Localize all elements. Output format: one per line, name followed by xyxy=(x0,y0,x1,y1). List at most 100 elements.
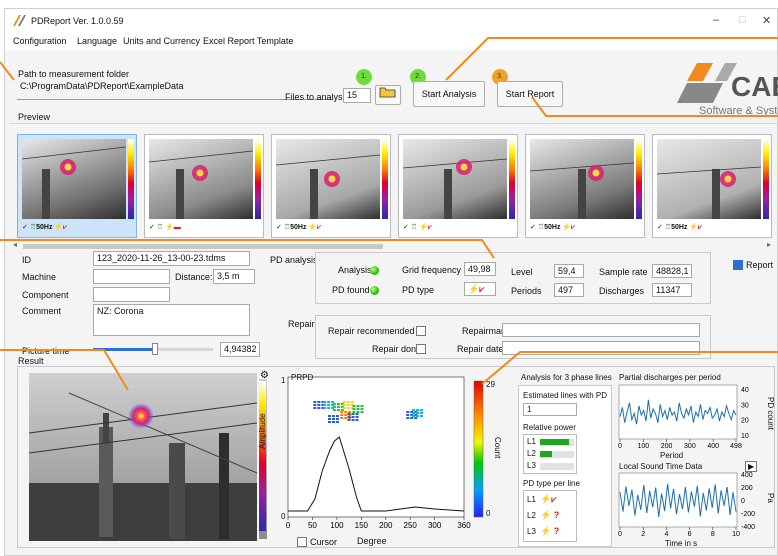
menu-bar: Configuration Language Units and Currenc… xyxy=(5,33,777,50)
path-input[interactable]: C:\ProgramData\PDReport\ExampleData xyxy=(17,80,235,94)
sound-time-x-ticks: 0 2 4 6 8 10 xyxy=(618,527,740,537)
heatmap-cell xyxy=(327,404,331,406)
thumbnail-colorbar xyxy=(763,139,769,219)
comment-field[interactable]: NZ: Corona xyxy=(93,304,250,336)
discharges-label: Discharges xyxy=(599,286,645,296)
tower-icon: ♖ xyxy=(156,224,164,231)
power-l1-bar xyxy=(540,439,569,445)
pd-per-period-title: Partial discharges per period xyxy=(619,373,721,382)
window-title: PDReport Ver. 1.0.0.59 xyxy=(31,16,124,26)
sample-rate-label: Sample rate xyxy=(599,267,648,277)
prpd-x-tick-label: 200 xyxy=(379,521,393,530)
repair-date-field[interactable] xyxy=(502,341,700,355)
heatmap-cell xyxy=(420,412,424,414)
count-label: Count xyxy=(493,437,502,459)
scroll-left-icon[interactable]: ◂ xyxy=(13,240,17,249)
thumbnail-colorbar xyxy=(509,139,515,219)
repair-done-label: Repair done xyxy=(372,344,422,354)
menu-configuration[interactable]: Configuration xyxy=(13,36,67,46)
heatmap-cell xyxy=(336,418,339,420)
picture-time-slider-knob[interactable] xyxy=(152,343,159,355)
heatmap-cell xyxy=(406,411,410,413)
power-l2-track xyxy=(540,451,574,458)
heatmap-cell xyxy=(351,413,355,415)
result-image xyxy=(29,373,267,541)
check-icon: ✓ xyxy=(657,224,663,231)
heatmap-cell xyxy=(317,401,321,403)
distance-field[interactable]: 3,5 m xyxy=(213,269,255,284)
close-button[interactable]: ✕ xyxy=(762,14,771,27)
heatmap-cell xyxy=(350,401,354,403)
heatmap-cell xyxy=(420,415,424,417)
heatmap-cell xyxy=(344,417,348,419)
heatmap-cell xyxy=(420,409,424,411)
frequency-label: 50Hz xyxy=(36,224,53,231)
phase-group: Estimated lines with PD 1 Relative power… xyxy=(518,385,612,547)
preview-thumbnail[interactable]: ✓ ♖ ⚡⩗ xyxy=(398,134,518,238)
thumbnail-image xyxy=(22,139,126,219)
report-checkbox[interactable] xyxy=(733,260,743,270)
thumbnail-image xyxy=(149,139,253,219)
preview-thumbnail[interactable]: ✓ ♖50Hz ⚡⩗ xyxy=(17,134,137,238)
repair-recommended-checkbox[interactable] xyxy=(416,326,426,336)
id-field[interactable]: 123_2020-11-26_13-00-23.tdms xyxy=(93,251,250,266)
menu-language[interactable]: Language xyxy=(77,36,117,46)
periods-field: 497 xyxy=(554,283,584,297)
preview-scrollbar[interactable]: ◂ ▸ xyxy=(13,240,775,251)
power-l3-label: L3 xyxy=(527,461,536,470)
heatmap-cell xyxy=(323,404,327,406)
pd-type-icon: ⚡⩗ xyxy=(562,224,576,231)
start-report-button[interactable]: Start Report xyxy=(497,81,563,107)
pd-per-period-x-label: Period xyxy=(660,451,684,460)
menu-excel-template[interactable]: Excel Report Template xyxy=(203,36,293,46)
files-count[interactable]: 15 xyxy=(343,88,371,103)
heatmap-cell xyxy=(346,401,350,403)
preview-thumbnail[interactable]: ✓ ♖50Hz ⚡⩗ xyxy=(525,134,645,238)
repairman-field[interactable] xyxy=(502,323,700,337)
heatmap-cell xyxy=(351,416,355,418)
logo-text: CAE xyxy=(731,71,778,102)
estimated-lines-label: Estimated lines with PD xyxy=(523,391,608,400)
heatmap-cell xyxy=(355,413,359,415)
y-tick-label: 0 xyxy=(741,498,745,505)
browse-folder-button[interactable] xyxy=(375,85,401,105)
component-field[interactable] xyxy=(93,287,170,302)
step-1-badge: 1. xyxy=(356,69,372,85)
heatmap-cell xyxy=(356,408,360,410)
periods-label: Periods xyxy=(511,286,542,296)
x-tick-label: 0 xyxy=(618,531,622,537)
heatmap-cell xyxy=(336,415,339,417)
result-label: Result xyxy=(18,356,44,366)
sample-rate-field: 48828,1 xyxy=(652,264,692,278)
picture-time-slider[interactable] xyxy=(93,343,213,355)
minimize-button[interactable]: – xyxy=(713,14,719,26)
x-tick-label: 2 xyxy=(641,531,645,537)
repair-done-checkbox[interactable] xyxy=(416,344,426,354)
heatmap-cell xyxy=(356,411,360,413)
heatmap-cell xyxy=(352,411,356,413)
repair-date-label: Repair date xyxy=(457,344,504,354)
thumbnail-status: ✓ ♖50Hz ⚡⩗ xyxy=(276,223,321,235)
thumbnail-colorbar xyxy=(255,139,261,219)
distance-label: Distance: xyxy=(175,272,213,282)
pd-type-icon: ⚡⩗ xyxy=(464,282,496,296)
start-analysis-button[interactable]: Start Analysis xyxy=(413,81,485,107)
heatmap-cell xyxy=(328,418,331,420)
picture-time-field[interactable]: 4,94382 xyxy=(220,342,260,357)
menu-units-currency[interactable]: Units and Currency xyxy=(123,36,200,46)
preview-thumbnail[interactable]: ✓ ♖50Hz ⚡⩗ xyxy=(271,134,391,238)
y-tick-label: 10 xyxy=(741,433,749,440)
maximize-button[interactable]: □ xyxy=(739,14,746,26)
sound-time-chart: 0 2 4 6 8 10 -400 -200 0 200 400 xyxy=(618,472,755,537)
y-tick-label: 200 xyxy=(741,485,753,492)
scroll-thumb[interactable] xyxy=(23,244,383,249)
machine-field[interactable] xyxy=(93,269,170,284)
cursor-checkbox[interactable] xyxy=(297,537,307,547)
preview-thumbnail[interactable]: ✓ ♖50Hz ⚡⩗ xyxy=(652,134,772,238)
thumbnail-colorbar xyxy=(128,139,134,219)
check-icon: ✓ xyxy=(530,224,536,231)
preview-thumbnail[interactable]: ✓ ♖ ⚡▬ xyxy=(144,134,264,238)
scroll-right-icon[interactable]: ▸ xyxy=(767,240,771,249)
heatmap-cell xyxy=(323,401,327,403)
heatmap-cell xyxy=(347,419,351,421)
